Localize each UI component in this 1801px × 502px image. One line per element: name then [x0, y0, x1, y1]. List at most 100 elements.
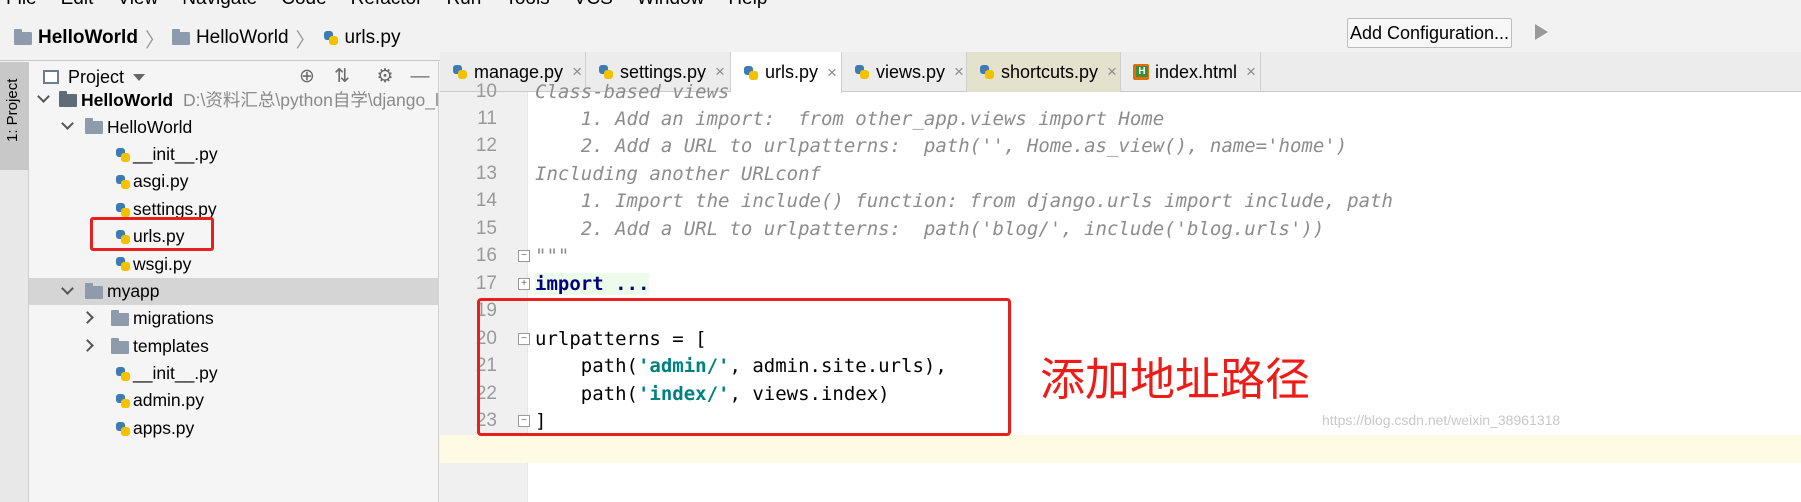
tree-item-label: wsgi.py	[133, 253, 192, 274]
code-line: 16 − """	[440, 242, 1801, 270]
project-tree: HelloWorld D:\资料汇总\python自学\django_lea He…	[29, 86, 439, 442]
run-icon[interactable]	[1535, 24, 1548, 40]
code-editor: manage.py × settings.py × urls.py × view…	[440, 52, 1801, 502]
tree-item-label: asgi.py	[133, 171, 189, 192]
gear-icon[interactable]: ⚙	[375, 67, 395, 87]
line-number: 10	[475, 80, 497, 102]
minimize-icon[interactable]: —	[410, 67, 430, 87]
tree-row-file[interactable]: admin.py	[29, 387, 439, 414]
menu-navigate[interactable]: Navigate	[182, 0, 257, 10]
tree-item-label: HelloWorld	[107, 116, 193, 137]
code-text: Including another URLconf	[535, 162, 821, 185]
code-line: 10 Class-based views	[440, 78, 1801, 106]
tree-item-label: __init__.py	[133, 363, 218, 384]
chevron-right-icon[interactable]	[81, 311, 94, 324]
python-file-icon	[115, 393, 131, 409]
fold-marker-icon[interactable]: −	[518, 250, 530, 262]
tree-root-path: D:\资料汇总\python自学\django_lea	[183, 90, 439, 111]
menu-file[interactable]: File	[6, 0, 37, 10]
code-line: 12 2. Add a URL to urlpatterns: path('',…	[440, 132, 1801, 160]
code-text-folded-imports[interactable]: import ...	[535, 272, 650, 295]
code-line: 15 2. Add a URL to urlpatterns: path('bl…	[440, 215, 1801, 243]
tree-row-file[interactable]: __init__.py	[29, 141, 439, 168]
python-file-icon	[323, 30, 339, 46]
python-file-icon	[115, 202, 131, 218]
code-text: 2. Add a URL to urlpatterns: path('blog/…	[535, 217, 1325, 240]
tree-row-folder[interactable]: HelloWorld	[29, 113, 439, 140]
tree-row-file[interactable]: wsgi.py	[29, 250, 439, 277]
line-number: 16	[475, 244, 497, 266]
code-text: """	[535, 244, 570, 267]
menu-run[interactable]: Run	[446, 0, 481, 10]
project-view-icon	[43, 70, 59, 84]
tree-row-file[interactable]: apps.py	[29, 415, 439, 442]
project-panel-title[interactable]: Project	[68, 67, 124, 88]
code-area[interactable]: 10 Class-based views 11 1. Add an import…	[440, 81, 1801, 502]
folder-icon	[111, 310, 129, 327]
locate-icon[interactable]: ⊕	[297, 67, 317, 87]
tree-row-file[interactable]: __init__.py	[29, 360, 439, 387]
menu-refactor[interactable]: Refactor	[351, 0, 423, 10]
tree-row-root[interactable]: HelloWorld D:\资料汇总\python自学\django_lea	[29, 86, 439, 113]
chevron-down-icon[interactable]	[133, 73, 146, 81]
code-text: Class-based views	[535, 80, 730, 103]
menu-view[interactable]: View	[117, 0, 158, 10]
code-line: 17 + import ...	[440, 270, 1801, 298]
menu-vcs[interactable]: VCS	[574, 0, 613, 10]
breadcrumb-separator: 〉	[144, 29, 165, 52]
line-number: 14	[475, 189, 497, 211]
expand-arrow-icon[interactable]	[61, 117, 74, 131]
urls-file-highlight	[90, 217, 214, 251]
menu-code[interactable]: Code	[281, 0, 326, 10]
watermark: https://blog.csdn.net/weixin_38961318	[1322, 412, 1561, 428]
tree-item-label: migrations	[133, 308, 214, 329]
collapse-all-icon[interactable]: ⇅	[332, 67, 352, 87]
tree-item-label: apps.py	[133, 417, 195, 438]
breadcrumb-file[interactable]: urls.py	[345, 27, 401, 49]
annotation-text: 添加地址路径	[1040, 353, 1311, 406]
expand-arrow-icon[interactable]	[37, 90, 50, 103]
folder-icon	[85, 282, 103, 299]
menu-window[interactable]: Window	[637, 0, 705, 10]
python-file-icon	[115, 174, 131, 190]
menu-bar: File Edit View Navigate Code Refactor Ru…	[0, 0, 1801, 12]
folder-icon	[59, 91, 77, 107]
code-text: 2. Add a URL to urlpatterns: path('', Ho…	[535, 134, 1348, 157]
project-tool-tab-label: 1: Project	[4, 78, 21, 142]
breadcrumb-project[interactable]: HelloWorld	[38, 27, 138, 49]
folder-icon	[85, 118, 103, 135]
code-line: 13 Including another URLconf	[440, 160, 1801, 188]
code-text: 1. Import the include() function: from d…	[535, 189, 1393, 212]
tree-row-folder[interactable]: migrations	[29, 305, 439, 332]
tool-window-strip: 1: Project	[0, 62, 29, 502]
tree-row-folder[interactable]: templates	[29, 333, 439, 360]
tree-item-label: admin.py	[133, 390, 205, 411]
folder-icon	[14, 28, 32, 45]
line-number: 11	[477, 107, 497, 129]
expand-arrow-icon[interactable]	[61, 281, 74, 295]
python-file-icon	[115, 147, 131, 163]
folder-icon	[171, 28, 190, 45]
code-line: 14 1. Import the include() function: fro…	[440, 187, 1801, 215]
python-file-icon	[115, 256, 131, 272]
line-number: 17	[475, 272, 497, 294]
menu-edit[interactable]: Edit	[61, 0, 94, 10]
menu-tools[interactable]: Tools	[505, 0, 549, 10]
breadcrumb-folder[interactable]: HelloWorld	[196, 27, 289, 49]
expand-fold-icon[interactable]: +	[518, 278, 530, 290]
tree-item-label: templates	[133, 335, 209, 356]
menu-help[interactable]: Help	[728, 0, 767, 10]
tree-root-name: HelloWorld	[81, 90, 174, 111]
breadcrumb-separator: 〉	[295, 29, 316, 52]
add-configuration-button[interactable]: Add Configuration...	[1347, 18, 1512, 48]
chevron-right-icon[interactable]	[81, 338, 94, 352]
line-number: 13	[475, 162, 497, 184]
project-panel: Project ⊕ ⇅ ⚙ — HelloWorld D:\资料汇总\python…	[29, 62, 439, 502]
line-number: 12	[475, 134, 497, 156]
ide-window: File Edit View Navigate Code Refactor Ru…	[0, 0, 1801, 502]
folder-icon	[111, 337, 129, 354]
tree-row-folder[interactable]: myapp	[29, 277, 439, 306]
tree-row-file[interactable]: asgi.py	[29, 168, 439, 195]
urlpatterns-highlight	[477, 298, 1011, 436]
project-tool-tab[interactable]: 1: Project	[0, 62, 29, 170]
